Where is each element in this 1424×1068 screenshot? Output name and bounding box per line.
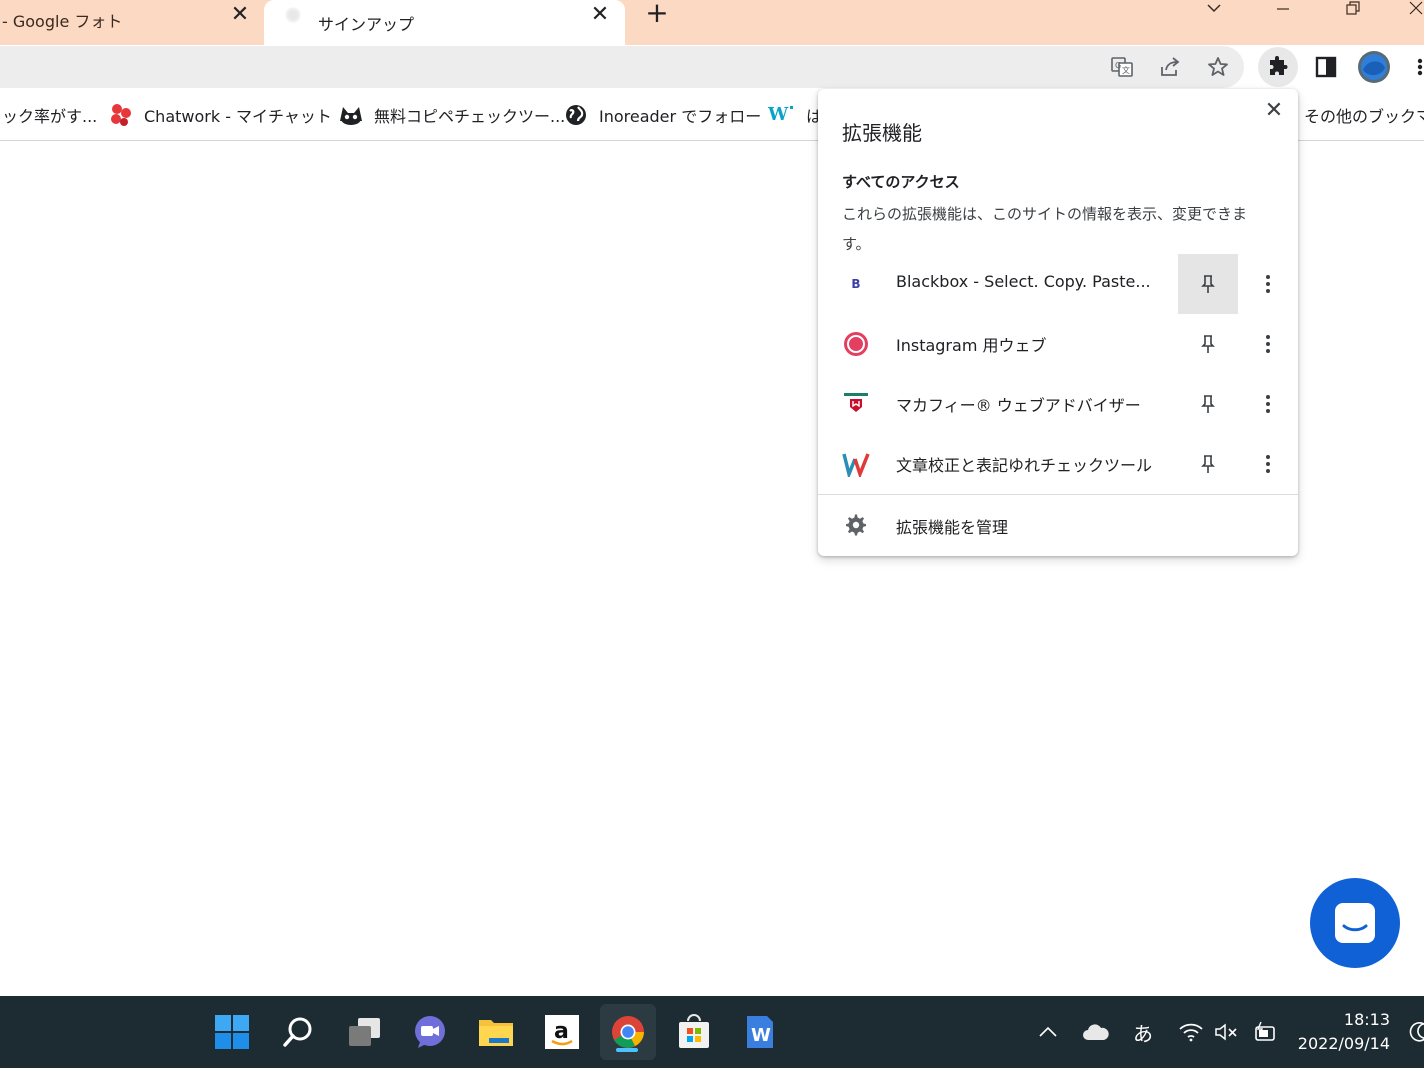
mcafee-shield-icon [842, 390, 870, 418]
cat-face-icon [338, 103, 364, 127]
extension-name: 文章校正と表記ゆれチェックツール [896, 456, 1153, 475]
globe-icon [563, 103, 589, 127]
chat-widget-button[interactable] [1310, 878, 1400, 968]
extension-row-instagram[interactable]: Instagram 用ウェブ [818, 314, 1298, 374]
bookmark-label: 無料コピペチェックツー... [374, 107, 566, 126]
extension-name: Blackbox - Select. Copy. Paste... [896, 272, 1151, 291]
popup-close-icon[interactable]: ✕ [1262, 99, 1286, 123]
profile-avatar[interactable] [1356, 49, 1392, 85]
browser-toolbar: G文 [0, 45, 1424, 89]
volume-muted-icon[interactable] [1212, 1018, 1242, 1046]
tab-google-photos[interactable]: - Google フォト ✕ [0, 0, 264, 40]
section-description: これらの拡張機能は、このサイトの情報を表示、変更できます。 [842, 205, 1248, 253]
tab-label: サインアップ [318, 14, 415, 34]
blackbox-logo-icon: B [851, 277, 861, 291]
extension-name: Instagram 用ウェブ [896, 336, 1047, 355]
more-vert-icon[interactable] [1250, 434, 1286, 494]
restore-icon[interactable] [1338, 0, 1368, 22]
ime-indicator[interactable]: あ [1128, 1018, 1158, 1046]
loading-favicon-icon [284, 6, 302, 24]
task-view-icon[interactable] [340, 1008, 388, 1056]
extensions-puzzle-icon[interactable] [1260, 49, 1296, 85]
microsoft-store-icon[interactable] [670, 1008, 718, 1056]
new-tab-button[interactable]: + [640, 0, 674, 28]
pin-icon[interactable] [1178, 314, 1238, 374]
other-bookmarks-folder[interactable]: その他のブックマー [1304, 103, 1424, 127]
chat-icon [1335, 903, 1375, 943]
chevron-up-icon[interactable] [1036, 1018, 1060, 1046]
more-vert-icon[interactable] [1250, 314, 1286, 374]
window-close-icon[interactable] [1404, 0, 1424, 22]
manage-extensions-button[interactable]: 拡張機能を管理 [818, 495, 1298, 556]
chatwork-logo-icon [108, 103, 134, 127]
svg-text:W: W [768, 104, 789, 125]
w-logo-icon: W [768, 103, 796, 127]
wifi-icon[interactable] [1176, 1018, 1206, 1046]
bookmark-copy-check[interactable]: 無料コピペチェックツー... [338, 103, 565, 127]
bookmark-inoreader[interactable]: Inoreader でフォロー [563, 103, 761, 127]
bookmark-chatwork[interactable]: Chatwork - マイチャット [108, 103, 332, 127]
extension-row-proofread[interactable]: 文章校正と表記ゆれチェックツール [818, 434, 1298, 494]
side-panel-icon[interactable] [1308, 49, 1344, 85]
address-bar[interactable] [0, 46, 1244, 88]
gear-icon [844, 513, 868, 537]
windows-start-icon[interactable] [208, 1008, 256, 1056]
svg-text:a: a [554, 1019, 569, 1044]
tab-close-icon[interactable]: ✕ [586, 0, 614, 28]
bookmark-label: ック率がす... [2, 107, 98, 126]
tab-search-chevron-down-icon[interactable] [1200, 0, 1228, 22]
extensions-popup: 拡張機能 ✕ すべてのアクセス これらの拡張機能は、このサイトの情報を表示、変更… [818, 89, 1298, 556]
clock-date[interactable]: 2022/09/14 [1290, 1034, 1390, 1053]
tab-signup[interactable]: サインアップ ✕ [264, 0, 625, 45]
popup-title: 拡張機能 [842, 121, 922, 145]
amazon-icon[interactable]: a [538, 1008, 586, 1056]
share-icon[interactable] [1152, 49, 1188, 85]
bookmark-w[interactable]: W は [768, 103, 822, 127]
tab-label: - Google フォト [2, 12, 123, 31]
search-icon[interactable] [274, 1008, 322, 1056]
translate-icon[interactable]: G文 [1104, 49, 1140, 85]
tab-strip: - Google フォト ✕ サインアップ ✕ + [0, 0, 1424, 45]
teams-chat-icon[interactable] [406, 1008, 454, 1056]
file-explorer-icon[interactable] [472, 1008, 520, 1056]
word-app-icon[interactable]: W [736, 1008, 784, 1056]
pin-icon[interactable] [1178, 374, 1238, 434]
pin-icon[interactable] [1178, 434, 1238, 494]
battery-charging-icon[interactable] [1250, 1018, 1280, 1046]
active-app-indicator [616, 1048, 638, 1052]
clock-time[interactable]: 18:13 [1300, 1010, 1390, 1029]
windows-taskbar: a W あ 18:13 2022/09/14 [0, 996, 1424, 1068]
svg-text:文: 文 [1122, 65, 1130, 75]
tab-close-icon[interactable]: ✕ [226, 0, 254, 28]
instagram-logo-icon [842, 330, 870, 358]
svg-text:G: G [1115, 61, 1121, 70]
focus-moon-icon[interactable] [1404, 1018, 1424, 1046]
bookmark-star-icon[interactable] [1200, 49, 1236, 85]
extension-row-blackbox[interactable]: B Blackbox - Select. Copy. Paste... [818, 254, 1298, 314]
section-title: すべてのアクセス [842, 173, 960, 191]
extension-row-mcafee[interactable]: マカフィー® ウェブアドバイザー [818, 374, 1298, 434]
more-vert-icon[interactable] [1250, 254, 1286, 314]
w-proofread-logo-icon [842, 450, 870, 478]
minimize-icon[interactable] [1268, 0, 1298, 22]
bookmark-label: Chatwork - マイチャット [144, 107, 332, 126]
chrome-taskbar-icon[interactable] [600, 1004, 656, 1060]
bookmark-item[interactable]: ック率がす... [2, 103, 97, 127]
pin-icon[interactable] [1178, 254, 1238, 314]
bookmark-label: その他のブックマー [1304, 107, 1424, 126]
chrome-menu-icon[interactable] [1404, 49, 1424, 85]
bookmark-label: Inoreader でフォロー [599, 107, 762, 126]
more-vert-icon[interactable] [1250, 374, 1286, 434]
manage-extensions-label: 拡張機能を管理 [896, 518, 1009, 537]
onedrive-cloud-icon[interactable] [1080, 1018, 1112, 1046]
svg-text:W: W [751, 1025, 771, 1046]
extension-name: マカフィー® ウェブアドバイザー [896, 396, 1141, 415]
